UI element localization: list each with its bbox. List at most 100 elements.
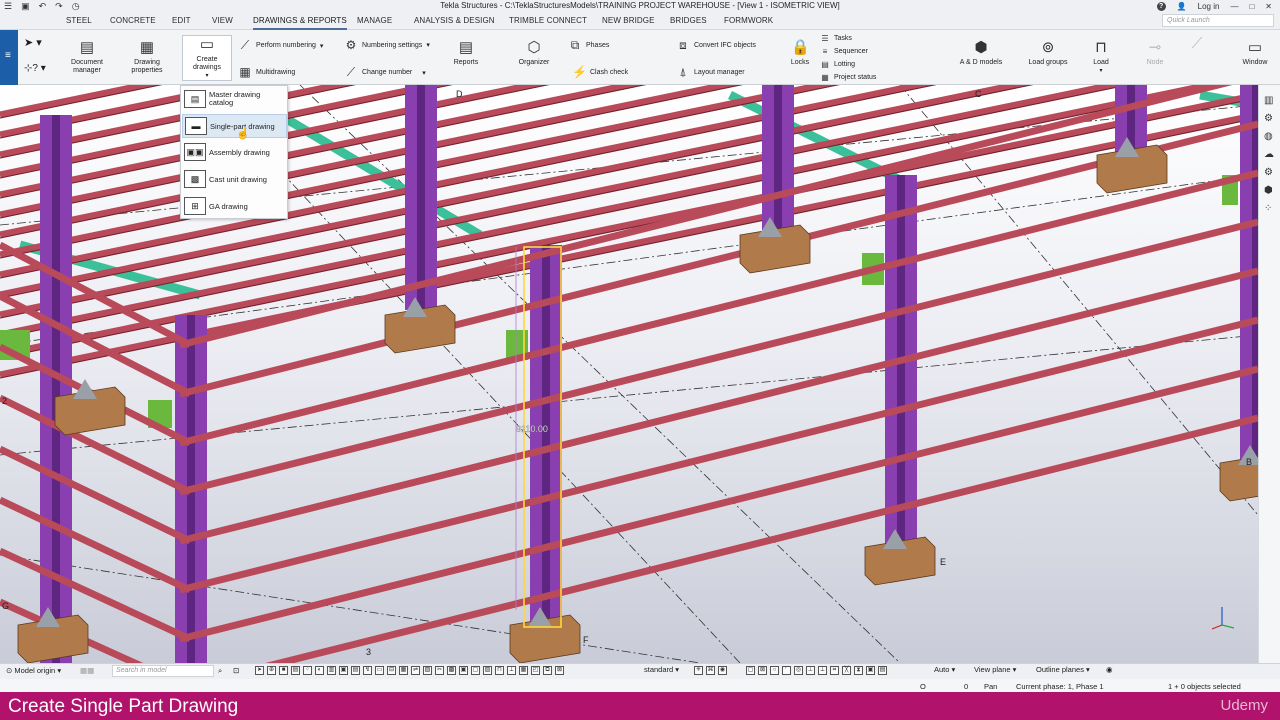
numbering-settings-button[interactable]: ⚙ Numbering settings ▾ [344, 38, 430, 52]
cube-icon[interactable]: ⬢ [1264, 185, 1273, 196]
switch-icon[interactable]: ⊕ [267, 666, 276, 675]
snap-icon[interactable]: ▢ [746, 666, 755, 675]
document-manager-button[interactable]: ▤ Document manager [62, 40, 112, 75]
view-plane-dropdown[interactable]: View plane ▾ [974, 665, 1016, 677]
search-icon[interactable]: ⌕ [218, 666, 222, 676]
tab-concrete[interactable]: CONCRETE [110, 16, 156, 25]
snap-icon[interactable]: ⌜ [782, 666, 791, 675]
user-icon[interactable]: 👤 [1177, 2, 1187, 11]
menu-item-assembly-drawing[interactable]: ▣▣ Assembly drawing [182, 140, 287, 164]
snap-icon[interactable]: ⟂ [818, 666, 827, 675]
snap-icon[interactable]: ⧗ [854, 666, 863, 675]
clash-check-button[interactable]: ⚡ Clash check [572, 65, 628, 79]
switch-icon[interactable]: ▦ [399, 666, 408, 675]
ad-models-button[interactable]: ⬢ A & D models [952, 40, 1010, 67]
switch-icon[interactable]: ■ [279, 666, 288, 675]
switch-icon[interactable]: ⟂ [507, 666, 516, 675]
snap-icon[interactable]: ○ [770, 666, 779, 675]
minimize-icon[interactable]: — [1230, 2, 1238, 11]
load-groups-button[interactable]: ⊚ Load groups [1022, 40, 1074, 67]
select-window-icon[interactable]: ⊡ [233, 666, 239, 675]
cloud-icon[interactable]: ☁ [1264, 149, 1274, 160]
tab-steel[interactable]: STEEL [66, 16, 92, 25]
menu-item-cast-unit-drawing[interactable]: ▩ Cast unit drawing [182, 167, 287, 191]
tasks-button[interactable]: ☰ Tasks [820, 34, 852, 43]
switch-icon[interactable]: ▩ [447, 666, 456, 675]
reports-button[interactable]: ▤ Reports [448, 40, 484, 67]
gear-icon[interactable]: ⚙ [1264, 167, 1273, 178]
switch-icon[interactable]: ▭ [375, 666, 384, 675]
tab-drawings-reports[interactable]: DRAWINGS & REPORTS [253, 16, 347, 30]
switch-icon[interactable]: ▣ [459, 666, 468, 675]
perform-numbering-button[interactable]: ⟋ Perform numbering ▾ [238, 38, 324, 53]
snap-icon[interactable]: ✳ [694, 666, 703, 675]
snap-icon[interactable]: ▤ [878, 666, 887, 675]
snap-standard-dropdown[interactable]: standard ▾ [644, 665, 679, 677]
switch-icon[interactable]: ⊓ [495, 666, 504, 675]
snap-icon[interactable]: ▣ [866, 666, 875, 675]
switch-icon[interactable]: ▨ [483, 666, 492, 675]
switch-icon[interactable]: ↯ [363, 666, 372, 675]
search-model-input[interactable]: Search in model [112, 665, 214, 677]
switch-icon[interactable]: ⧉ [543, 666, 552, 675]
switch-icon[interactable]: ▣ [339, 666, 348, 675]
drawing-properties-button[interactable]: ▦ Drawing properties [124, 40, 170, 75]
menu-item-single-part-drawing[interactable]: ▬ Single-part drawing [182, 114, 287, 138]
project-status-button[interactable]: ▦ Project status [820, 73, 876, 82]
switch-icon[interactable]: ▢ [471, 666, 480, 675]
eye-icon[interactable]: ◉ [1106, 665, 1113, 677]
switch-icon[interactable]: ▤ [351, 666, 360, 675]
snap-icon[interactable]: ◎ [794, 666, 803, 675]
create-drawings-button[interactable]: ▭ Create drawings ▾ [182, 35, 232, 81]
origin-toggle-icon[interactable]: ▦▦ [80, 666, 94, 675]
organizer-button[interactable]: ⬡ Organizer [512, 40, 556, 67]
snap-icon[interactable]: ⌘ [706, 666, 715, 675]
switch-icon[interactable]: ▤ [291, 666, 300, 675]
tab-view[interactable]: VIEW [212, 16, 233, 25]
globe-icon[interactable]: ◍ [1264, 131, 1273, 142]
settings-icon[interactable]: ⚙ [1264, 113, 1273, 124]
tab-trimble-connect[interactable]: TRIMBLE CONNECT [509, 16, 587, 25]
menu-item-ga-drawing[interactable]: ⊞ GA drawing [182, 194, 287, 218]
tab-new-bridge[interactable]: NEW BRIDGE [602, 16, 655, 25]
properties-icon[interactable]: ▥ [1264, 95, 1273, 106]
switch-icon[interactable]: ▧ [423, 666, 432, 675]
snap-icon[interactable]: ⌗ [830, 666, 839, 675]
tab-edit[interactable]: EDIT [172, 16, 191, 25]
auto-dropdown[interactable]: Auto ▾ [934, 665, 955, 677]
layout-manager-button[interactable]: ⍋ Layout manager [676, 65, 744, 80]
snap-icon[interactable]: ╳ [842, 666, 851, 675]
switch-icon[interactable]: ◐ [315, 666, 324, 675]
switch-icon[interactable]: ⊟ [387, 666, 396, 675]
change-number-button[interactable]: ⟋ Change number ▾ [344, 65, 426, 80]
convert-ifc-button[interactable]: ⧈ Convert IFC objects [676, 38, 756, 53]
switch-icon[interactable]: ⇌ [411, 666, 420, 675]
switch-icon[interactable]: ➤ [255, 666, 264, 675]
apps-icon[interactable]: ⁘ [1264, 203, 1272, 214]
help-icon[interactable]: ? [1156, 1, 1166, 11]
menu-item-master-drawing-catalog[interactable]: ▤ Master drawing catalog [182, 87, 287, 111]
outline-planes-dropdown[interactable]: Outline planes ▾ [1036, 665, 1090, 677]
select-arrow-icon[interactable]: ➤ ▾ [24, 36, 42, 49]
sequencer-button[interactable]: ≡ Sequencer [820, 47, 868, 56]
model-origin-dropdown[interactable]: ⊙ Model origin ▾ [6, 666, 61, 675]
window-button[interactable]: ▭ Window [1236, 40, 1274, 67]
tab-manage[interactable]: MANAGE [357, 16, 392, 25]
eye-icon[interactable]: ◉ [718, 666, 727, 675]
multidrawing-button[interactable]: ▦ Multidrawing [238, 65, 295, 79]
switch-icon[interactable]: ▥ [327, 666, 336, 675]
switch-icon[interactable]: ◰ [531, 666, 540, 675]
close-icon[interactable]: ✕ [1265, 2, 1272, 11]
node-button[interactable]: ⊸ Node [1138, 40, 1172, 67]
tab-analysis-design[interactable]: ANALYSIS & DESIGN [414, 16, 495, 25]
switch-icon[interactable]: ⁘ [303, 666, 312, 675]
side-panel-tab[interactable]: ≡ [0, 30, 18, 85]
lotting-button[interactable]: ▤ Lotting [820, 60, 855, 69]
snap-icon[interactable]: ⊠ [758, 666, 767, 675]
switch-icon[interactable]: ✂ [435, 666, 444, 675]
tab-bridges[interactable]: BRIDGES [670, 16, 707, 25]
snap-icon[interactable]: ⊥ [806, 666, 815, 675]
phases-button[interactable]: ⧉ Phases [568, 38, 610, 53]
maximize-icon[interactable]: □ [1249, 2, 1254, 11]
login-link[interactable]: Log in [1198, 2, 1220, 11]
